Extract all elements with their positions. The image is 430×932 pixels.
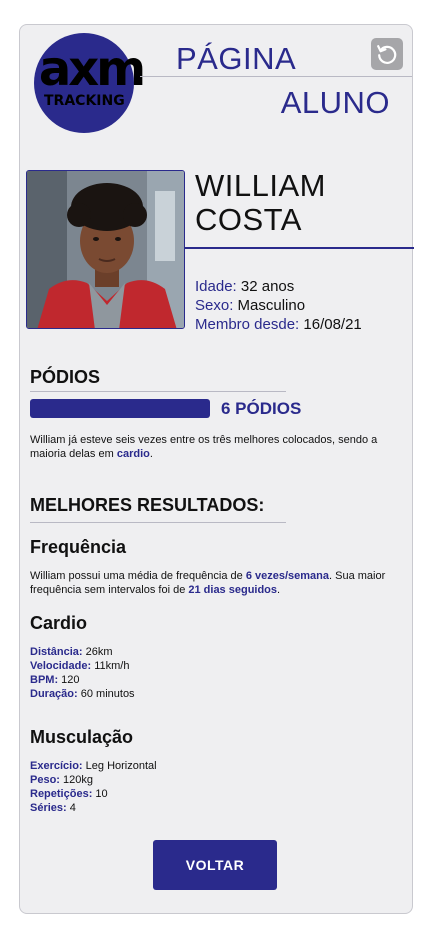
musculacao-stat-row: Peso: 120kg bbox=[30, 774, 94, 786]
cardio-stat-row: Distância: 26km bbox=[30, 646, 113, 658]
reload-icon bbox=[377, 45, 397, 64]
page-title-line2: ALUNO bbox=[280, 85, 390, 120]
info-sex: Sexo: Masculino bbox=[195, 296, 362, 315]
header-divider bbox=[140, 76, 412, 77]
back-button[interactable]: VOLTAR bbox=[153, 840, 277, 890]
cardio-title: Cardio bbox=[30, 613, 88, 633]
logo-wordmark: axm bbox=[38, 41, 146, 97]
student-card: axm TRACKING PÁGINA ALUNO WILLIAM COSTA … bbox=[19, 24, 414, 914]
podiums-count: 6 PÓDIOS bbox=[221, 399, 302, 418]
frequency-title: Frequência bbox=[30, 537, 127, 557]
musculacao-stat-row: Exercício: Leg Horizontal bbox=[30, 760, 157, 772]
podiums-divider bbox=[30, 391, 286, 392]
age-value: 32 anos bbox=[240, 278, 295, 295]
member-since-value: 16/08/21 bbox=[303, 316, 362, 333]
cardio-stat-row: BPM: 120 bbox=[30, 674, 80, 686]
cardio-stat-row: Duração: 60 minutos bbox=[30, 688, 135, 700]
podiums-highlight: cardio bbox=[116, 448, 150, 460]
profile-photo bbox=[26, 170, 185, 329]
musculacao-title: Musculação bbox=[30, 727, 134, 747]
sex-label: Sexo: bbox=[195, 297, 234, 314]
best-results-title: MELHORES RESULTADOS: bbox=[30, 495, 265, 515]
student-info: Idade: 32 anos Sexo: Masculino Membro de… bbox=[195, 277, 362, 334]
frequency-highlight-1: 6 vezes/semana bbox=[245, 570, 329, 582]
name-underline bbox=[185, 247, 414, 249]
musculacao-stats: Exercício: Leg Horizontal Peso: 120kg Re… bbox=[30, 759, 157, 815]
page-title-line1: PÁGINA bbox=[176, 41, 297, 76]
cardio-stat-row: Velocidade: 11km/h bbox=[30, 660, 130, 672]
frequency-highlight-2: 21 dias seguidos bbox=[188, 584, 278, 596]
best-results-divider bbox=[30, 522, 286, 523]
student-first-name: WILLIAM bbox=[195, 168, 326, 203]
sex-value: Masculino bbox=[237, 297, 306, 314]
info-age: Idade: 32 anos bbox=[195, 277, 362, 296]
member-since-label: Membro desde: bbox=[195, 316, 300, 333]
podiums-title: PÓDIOS bbox=[30, 367, 101, 387]
musculacao-stat-row: Repetições: 10 bbox=[30, 788, 108, 800]
frequency-description: William possui uma média de frequência d… bbox=[30, 570, 386, 596]
podiums-description: William já esteve seis vezes entre os tr… bbox=[30, 434, 378, 460]
student-last-name: COSTA bbox=[195, 202, 302, 237]
musculacao-stat-row: Séries: 4 bbox=[30, 802, 76, 814]
app-logo: axm TRACKING bbox=[34, 33, 146, 133]
logo-subtitle: TRACKING bbox=[44, 93, 125, 109]
reload-button[interactable] bbox=[371, 38, 403, 70]
student-name: WILLIAM COSTA bbox=[195, 169, 326, 237]
podiums-bar bbox=[30, 399, 210, 418]
age-label: Idade: bbox=[195, 278, 237, 295]
cardio-stats: Distância: 26km Velocidade: 11km/h BPM: … bbox=[30, 645, 135, 701]
info-member-since: Membro desde: 16/08/21 bbox=[195, 315, 362, 334]
